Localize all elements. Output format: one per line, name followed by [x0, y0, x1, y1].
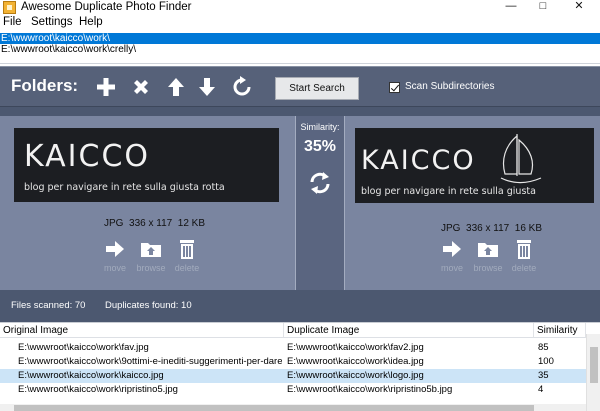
- similarity-cell: 100: [538, 356, 554, 367]
- duplicate-cell: E:\wwwroot\kaicco\work\ripristino5b.jpg: [287, 384, 453, 395]
- similarity-cell: 35: [538, 370, 549, 381]
- folder-list[interactable]: E:\wwwroot\kaicco\work\ E:\wwwroot\kaicc…: [0, 31, 600, 64]
- column-header-duplicate[interactable]: Duplicate Image: [284, 323, 534, 338]
- similarity-cell: 4: [538, 384, 544, 395]
- scroll-thumb[interactable]: [590, 347, 598, 383]
- start-search-button[interactable]: Start Search: [275, 77, 359, 100]
- reset-icon[interactable]: [231, 76, 253, 98]
- original-cell: E:\wwwroot\kaicco\work\9ottimi-e-inediti…: [18, 356, 282, 367]
- duplicate-format: JPG: [441, 223, 461, 234]
- original-size: 12 KB: [177, 218, 206, 229]
- move-arrow-icon[interactable]: [437, 238, 467, 260]
- browse-label: browse: [473, 263, 503, 273]
- menu-help[interactable]: Help: [79, 16, 103, 28]
- table-row[interactable]: E:\wwwroot\kaicco\work\9ottimi-e-inediti…: [0, 355, 586, 369]
- duplicate-cell: E:\wwwroot\kaicco\work\fav2.jpg: [287, 342, 424, 353]
- maximize-button[interactable]: □: [530, 0, 556, 15]
- duplicate-cell: E:\wwwroot\kaicco\work\idea.jpg: [287, 356, 424, 367]
- original-cell: E:\wwwroot\kaicco\work\ripristino5.jpg: [18, 384, 178, 395]
- minimize-button[interactable]: —: [498, 0, 524, 15]
- folders-toolbar: Folders: Start Search Scan Subdirectorie…: [0, 66, 600, 107]
- original-cell: E:\wwwroot\kaicco\work\kaicco.jpg: [18, 370, 164, 381]
- files-scanned-text: Files scanned: 70: [11, 300, 86, 311]
- add-icon[interactable]: [95, 76, 117, 98]
- duplicate-brand-text: KAICCO: [361, 145, 476, 176]
- main-panel: Folders: Start Search Scan Subdirectorie…: [0, 66, 600, 344]
- original-brand-text: KAICCO: [24, 139, 150, 174]
- app-icon: [3, 1, 16, 14]
- similarity-cell: 85: [538, 342, 549, 353]
- column-header-original[interactable]: Original Image: [0, 323, 284, 338]
- menu-bar: File Settings Help: [0, 15, 600, 31]
- remove-icon[interactable]: [130, 76, 152, 98]
- table-row[interactable]: E:\wwwroot\kaicco\work\ripristino5.jpg E…: [0, 383, 586, 397]
- title-bar: Awesome Duplicate Photo Finder — □ ✕: [0, 0, 600, 15]
- column-header-similarity[interactable]: Similarity: [534, 323, 586, 338]
- original-image-preview: KAICCO blog per navigare in rete sulla g…: [14, 128, 279, 202]
- table-row[interactable]: E:\wwwroot\kaicco\work\kaicco.jpg E:\www…: [0, 369, 586, 383]
- duplicate-tagline: blog per navigare in rete sulla giusta: [361, 186, 536, 197]
- similarity-label: Similarity:: [300, 122, 340, 132]
- move-label: move: [440, 263, 463, 273]
- move-down-icon[interactable]: [196, 76, 218, 98]
- table-row[interactable]: E:\wwwroot\kaicco\work\fav.jpg E:\wwwroo…: [0, 341, 586, 355]
- duplicates-found-text: Duplicates found: 10: [105, 300, 192, 311]
- menu-settings[interactable]: Settings: [31, 16, 73, 28]
- original-format: JPG: [104, 218, 124, 229]
- original-dimensions: 336 x 117: [129, 218, 173, 229]
- horizontal-scrollbar[interactable]: [0, 404, 586, 411]
- move-label: move: [103, 263, 126, 273]
- move-up-icon[interactable]: [165, 76, 187, 98]
- window-title: Awesome Duplicate Photo Finder: [21, 1, 192, 13]
- close-button[interactable]: ✕: [566, 0, 592, 15]
- duplicate-image-preview: KAICCO blog per navigare in rete sulla g…: [355, 128, 594, 203]
- similarity-value: 35%: [303, 138, 337, 155]
- delete-label: delete: [174, 263, 200, 273]
- folders-label: Folders:: [11, 76, 79, 95]
- delete-trash-icon[interactable]: [509, 237, 539, 261]
- browse-folder-icon[interactable]: [136, 238, 166, 260]
- scroll-thumb[interactable]: [14, 405, 534, 411]
- duplicate-cell: E:\wwwroot\kaicco\work\logo.jpg: [287, 370, 424, 381]
- scan-subdirectories-checkbox[interactable]: [389, 82, 400, 93]
- vertical-scrollbar[interactable]: [586, 334, 600, 411]
- delete-trash-icon[interactable]: [172, 237, 202, 261]
- results-table: Original Image Duplicate Image Similarit…: [0, 322, 600, 411]
- original-cell: E:\wwwroot\kaicco\work\fav.jpg: [18, 342, 149, 353]
- app-window: Awesome Duplicate Photo Finder — □ ✕ Fil…: [0, 0, 600, 411]
- duplicate-image-info: JPG 336 x 117 16 KB: [441, 223, 542, 234]
- browse-folder-icon[interactable]: [473, 238, 503, 260]
- delete-label: delete: [511, 263, 537, 273]
- duplicate-size: 16 KB: [514, 223, 543, 234]
- scan-subdirectories-label: Scan Subdirectories: [405, 81, 495, 92]
- original-tagline: blog per navigare in rete sulla giusta r…: [24, 182, 225, 193]
- menu-file[interactable]: File: [3, 16, 22, 28]
- sailboat-icon: [500, 134, 542, 184]
- folder-item[interactable]: E:\wwwroot\kaicco\work\: [0, 33, 600, 44]
- status-bar: Files scanned: 70 Duplicates found: 10: [0, 290, 600, 322]
- duplicate-dimensions: 336 x 117: [466, 223, 510, 234]
- folder-item[interactable]: E:\wwwroot\kaicco\work\crelly\: [0, 44, 600, 55]
- move-arrow-icon[interactable]: [100, 238, 130, 260]
- original-image-info: JPG 336 x 117 12 KB: [104, 218, 205, 229]
- swap-icon[interactable]: [307, 170, 333, 196]
- browse-label: browse: [136, 263, 166, 273]
